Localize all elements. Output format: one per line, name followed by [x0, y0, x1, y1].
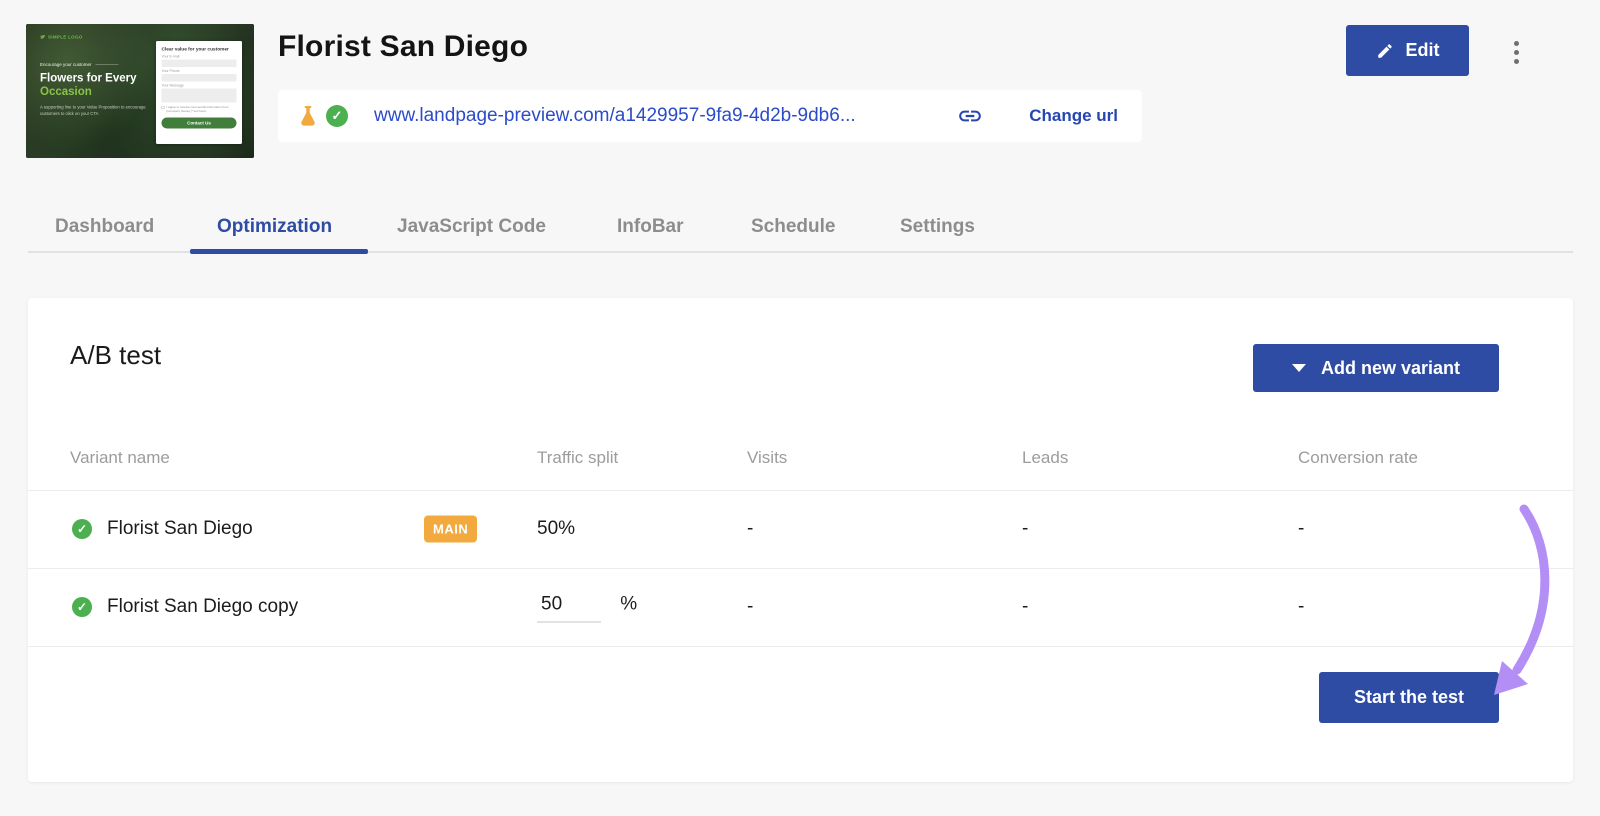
column-header-conversion-rate: Conversion rate — [1298, 448, 1418, 468]
page-title: Florist San Diego — [278, 30, 528, 64]
conversion-rate-value: - — [1298, 596, 1304, 618]
column-header-variant-name: Variant name — [70, 448, 170, 468]
edit-button[interactable]: Edit — [1346, 25, 1469, 76]
preview-url-link[interactable]: www.landpage-preview.com/a1429957-9fa9-4… — [374, 105, 856, 127]
traffic-split-value: 50% — [537, 518, 575, 540]
thumbnail-consent: I agree to receive commercial informatio… — [162, 106, 237, 114]
thumbnail-eyebrow: Encourage your customer — [40, 62, 119, 67]
visits-value: - — [747, 596, 753, 618]
landing-page-thumbnail[interactable]: SIMPLE LOGO Encourage your customer Flow… — [26, 24, 254, 158]
variant-name-cell: ✓ Florist San Diego copy — [72, 596, 298, 618]
variant-name: Florist San Diego — [107, 518, 253, 540]
variant-active-check-icon: ✓ — [72, 519, 92, 539]
add-new-variant-button[interactable]: Add new variant — [1253, 344, 1499, 392]
thumbnail-message-textarea — [162, 89, 237, 103]
thumbnail-consent-text: I agree to receive commercial informatio… — [167, 106, 237, 114]
thumbnail-form-title: Clear value for your customer — [162, 47, 237, 53]
table-row-main-variant: ✓ Florist San Diego MAIN 50% - - - — [28, 490, 1573, 567]
url-bar: ✓ www.landpage-preview.com/a1429957-9fa9… — [278, 90, 1142, 142]
leads-value: - — [1022, 518, 1028, 540]
url-verified-check-icon: ✓ — [326, 105, 348, 127]
thumbnail-headline-1: Flowers for Every — [40, 71, 137, 84]
thumbnail-phone-input — [162, 74, 237, 82]
thumbnail-eyebrow-text: Encourage your customer — [40, 62, 92, 67]
traffic-split-input[interactable] — [537, 591, 601, 622]
column-header-visits: Visits — [747, 448, 787, 468]
thumbnail-logo-text: SIMPLE LOGO — [48, 34, 83, 39]
thumbnail-supporting-text: A supporting line to your Value Proposit… — [40, 104, 158, 117]
copy-link-icon[interactable] — [957, 103, 983, 129]
chevron-down-icon — [1292, 364, 1306, 372]
active-tab-indicator — [190, 249, 368, 254]
column-header-leads: Leads — [1022, 448, 1068, 468]
column-header-traffic-split: Traffic split — [537, 448, 618, 468]
thumbnail-consent-checkbox — [162, 106, 165, 109]
thumbnail-field-label-message: Your Message — [162, 84, 237, 88]
start-the-test-button[interactable]: Start the test — [1319, 672, 1499, 723]
conversion-rate-value: - — [1298, 518, 1304, 540]
thumbnail-logo: SIMPLE LOGO — [40, 34, 83, 40]
more-options-menu[interactable] — [1505, 37, 1527, 67]
variant-name-cell: ✓ Florist San Diego — [72, 518, 253, 540]
traffic-split-cell: % — [537, 591, 637, 622]
thumbnail-preview: SIMPLE LOGO Encourage your customer Flow… — [26, 24, 254, 158]
variant-active-check-icon: ✓ — [72, 597, 92, 617]
tab-dashboard[interactable]: Dashboard — [55, 216, 154, 238]
ab-test-flask-icon — [296, 104, 320, 128]
percent-suffix: % — [620, 593, 637, 614]
page: SIMPLE LOGO Encourage your customer Flow… — [0, 0, 1600, 816]
tab-settings[interactable]: Settings — [900, 216, 975, 238]
thumbnail-contact-us-button: Contact Us — [162, 118, 237, 129]
row-divider — [28, 646, 1573, 647]
tab-javascript-code[interactable]: JavaScript Code — [397, 216, 546, 238]
thumbnail-headline-2: Occasion — [40, 85, 92, 99]
ab-test-card: A/B test Add new variant Variant name Tr… — [28, 298, 1573, 782]
tab-infobar[interactable]: InfoBar — [617, 216, 684, 238]
thumbnail-field-label-phone: Your Phone — [162, 70, 237, 74]
main-variant-badge: MAIN — [424, 515, 477, 542]
change-url-link[interactable]: Change url — [1029, 106, 1118, 126]
variant-name: Florist San Diego copy — [107, 596, 298, 618]
leaf-icon — [40, 34, 46, 40]
tab-optimization[interactable]: Optimization — [217, 216, 332, 238]
visits-value: - — [747, 518, 753, 540]
ab-test-title: A/B test — [70, 340, 161, 371]
table-row-copy-variant: ✓ Florist San Diego copy % - - - — [28, 568, 1573, 645]
leads-value: - — [1022, 596, 1028, 618]
thumbnail-field-label-email: Your E-mail — [162, 55, 237, 59]
thumbnail-form: Clear value for your customer Your E-mai… — [156, 41, 242, 144]
add-new-variant-label: Add new variant — [1321, 358, 1460, 379]
thumbnail-email-input — [162, 60, 237, 68]
edit-button-label: Edit — [1406, 40, 1440, 61]
pencil-icon — [1376, 42, 1394, 60]
eyebrow-dash — [96, 64, 119, 65]
tab-schedule[interactable]: Schedule — [751, 216, 835, 238]
